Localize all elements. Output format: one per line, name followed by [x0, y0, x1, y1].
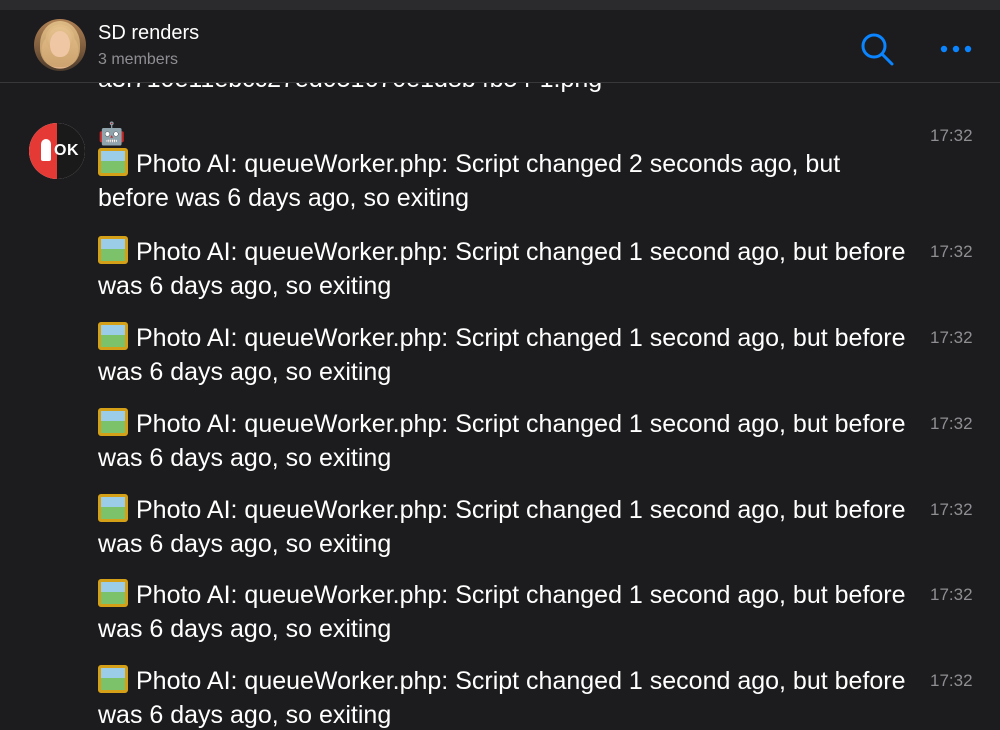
- framed-picture-icon: [98, 322, 128, 350]
- message-bubble[interactable]: Photo AI: queueWorker.php: Script change…: [98, 147, 908, 215]
- message-time: 17:32: [930, 671, 973, 690]
- chat-title[interactable]: SD renders: [98, 22, 199, 45]
- message-bubble[interactable]: Photo AI: queueWorker.php: Script change…: [98, 578, 908, 646]
- message-time: 17:32: [930, 328, 973, 347]
- message-text: Photo AI: queueWorker.php: Script change…: [98, 581, 906, 643]
- message-bubble[interactable]: Photo AI: queueWorker.php: Script change…: [98, 407, 908, 475]
- robot-icon: 🤖: [98, 121, 126, 146]
- message-text: Photo AI: queueWorker.php: Script change…: [98, 238, 906, 300]
- message-list[interactable]: a3f710e11ebcc27ed051670e1d8b4b54-1.png O…: [0, 83, 1000, 730]
- more-button[interactable]: [936, 34, 976, 64]
- message-time: 17:32: [930, 585, 973, 604]
- search-icon: [861, 33, 894, 66]
- member-count: 3 members: [98, 51, 179, 68]
- framed-picture-icon: [98, 236, 128, 264]
- chat-header: SD renders 3 members: [0, 10, 1000, 83]
- avatar-face: [50, 31, 70, 57]
- message-text: Photo AI: queueWorker.php: Script change…: [98, 324, 906, 386]
- more-icon: [940, 45, 972, 53]
- message-bubble[interactable]: Photo AI: queueWorker.php: Script change…: [98, 321, 908, 389]
- avatar-logo-text: OK: [54, 142, 79, 159]
- message-text: Photo AI: queueWorker.php: Script change…: [98, 667, 906, 729]
- status-strip: [0, 0, 1000, 10]
- message-time: 17:32: [930, 242, 973, 261]
- message-time: 17:32: [930, 414, 973, 433]
- framed-picture-icon: [98, 494, 128, 522]
- message-text: Photo AI: queueWorker.php: Script change…: [98, 496, 906, 558]
- sender-avatar[interactable]: OK: [29, 123, 85, 179]
- search-button[interactable]: [858, 30, 896, 68]
- message-bubble[interactable]: Photo AI: queueWorker.php: Script change…: [98, 664, 908, 730]
- message-time: 17:32: [930, 126, 973, 145]
- previous-message-filename: a3f710e11ebcc27ed051670e1d8b4b54-1.png: [98, 83, 602, 94]
- message-text: Photo AI: queueWorker.php: Script change…: [98, 150, 841, 212]
- message-time: 17:32: [930, 500, 973, 519]
- avatar-logo-shape: [41, 139, 51, 161]
- framed-picture-icon: [98, 408, 128, 436]
- message-text: Photo AI: queueWorker.php: Script change…: [98, 410, 906, 472]
- message-bubble[interactable]: Photo AI: queueWorker.php: Script change…: [98, 493, 908, 561]
- framed-picture-icon: [98, 148, 128, 176]
- framed-picture-icon: [98, 579, 128, 607]
- message-bubble[interactable]: Photo AI: queueWorker.php: Script change…: [98, 235, 908, 303]
- group-avatar[interactable]: [34, 19, 86, 71]
- framed-picture-icon: [98, 665, 128, 693]
